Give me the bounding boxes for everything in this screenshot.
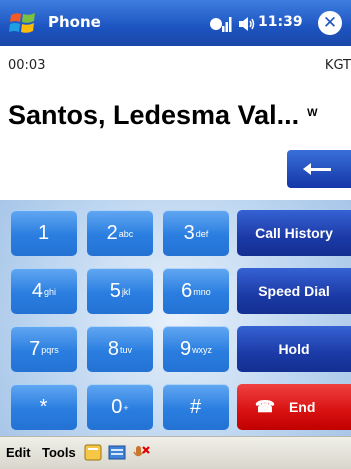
key-digit: 0 — [111, 395, 123, 418]
key-star[interactable]: * — [11, 384, 77, 430]
edit-menu[interactable]: Edit — [6, 445, 31, 460]
key-hash[interactable]: # — [163, 384, 229, 430]
key-6[interactable]: 6 mno — [163, 268, 229, 314]
key-digit: 3 — [183, 221, 195, 244]
key-9[interactable]: 9 wxyz — [163, 326, 229, 372]
key-letters: abc — [118, 229, 134, 239]
key-letters: ghi — [44, 287, 57, 297]
contact-name-row: Santos, Ledesma Val... W — [8, 100, 351, 131]
key-4[interactable]: 4 ghi — [11, 268, 77, 314]
contact-number-type: W — [307, 107, 318, 119]
key-letters: jkl — [121, 287, 131, 297]
contact-name: Santos, Ledesma Val... — [8, 100, 300, 130]
key-letters: pqrs — [41, 345, 59, 355]
backspace-arrow-icon — [303, 163, 331, 175]
call-history-button[interactable]: Call History — [237, 210, 351, 256]
carrier-name: KGT — [324, 58, 351, 73]
key-2[interactable]: 2 abc — [87, 210, 153, 256]
title-bar: Phone 11:39 ✕ — [0, 0, 351, 46]
key-7[interactable]: 7 pqrs — [11, 326, 77, 372]
key-digit: 6 — [181, 279, 193, 302]
call-timer: 00:03 — [8, 58, 46, 73]
key-digit: * — [39, 395, 48, 418]
key-digit: 2 — [106, 221, 118, 244]
phone-handset-icon: ☎ — [255, 399, 275, 416]
contacts-card-icon[interactable] — [84, 444, 102, 461]
key-digit: 1 — [37, 221, 50, 244]
close-button[interactable]: ✕ — [318, 11, 342, 35]
key-letters: def — [195, 229, 209, 239]
key-digit: # — [189, 395, 202, 418]
key-letters: mno — [193, 287, 211, 297]
backspace-button[interactable] — [287, 150, 351, 188]
key-digit: 7 — [29, 337, 41, 360]
windows-start-icon[interactable] — [8, 9, 38, 37]
end-call-button[interactable]: ☎ End — [237, 384, 351, 430]
key-digit: 5 — [109, 279, 121, 302]
tools-menu[interactable]: Tools — [42, 445, 76, 460]
menu-bar: Edit Tools — [0, 436, 351, 469]
key-1[interactable]: 1 — [11, 210, 77, 256]
clock[interactable]: 11:39 — [258, 14, 303, 30]
speed-dial-button[interactable]: Speed Dial — [237, 268, 351, 314]
keyboard-icon[interactable] — [108, 444, 126, 461]
key-digit: 8 — [107, 337, 120, 360]
key-5[interactable]: 5 jkl — [87, 268, 153, 314]
key-letters: wxyz — [192, 345, 213, 355]
key-letters: + — [123, 403, 129, 413]
volume-icon[interactable] — [238, 16, 256, 32]
dial-keypad: 1 2 abc 3 def Call History 4 ghi 5 jkl 6 mno … — [0, 200, 351, 436]
key-letters: tuv — [120, 345, 133, 355]
key-8[interactable]: 8 tuv — [87, 326, 153, 372]
key-3[interactable]: 3 def — [163, 210, 229, 256]
end-call-label: End — [288, 399, 316, 415]
hold-button[interactable]: Hold — [237, 326, 351, 372]
key-digit: 4 — [31, 279, 44, 302]
key-0[interactable]: 0 + — [87, 384, 153, 430]
mute-microphone-icon[interactable] — [133, 444, 151, 461]
key-digit: 9 — [179, 337, 192, 360]
app-title: Phone — [48, 13, 101, 31]
signal-icon[interactable] — [210, 15, 232, 33]
